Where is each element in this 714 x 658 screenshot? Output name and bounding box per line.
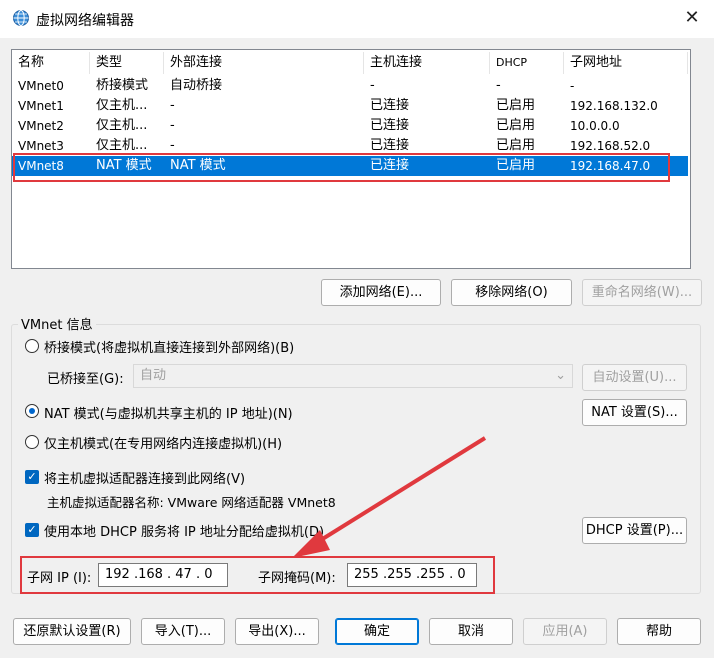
- help-button[interactable]: 帮助: [617, 618, 701, 645]
- import-button[interactable]: 导入(T)...: [141, 618, 225, 645]
- cancel-button[interactable]: 取消: [429, 618, 513, 645]
- annotation-arrow: [292, 436, 487, 558]
- export-button[interactable]: 导出(X)...: [235, 618, 319, 645]
- restore-defaults-button[interactable]: 还原默认设置(R): [13, 618, 131, 645]
- ok-button[interactable]: 确定: [335, 618, 419, 645]
- apply-button[interactable]: 应用(A): [523, 618, 607, 645]
